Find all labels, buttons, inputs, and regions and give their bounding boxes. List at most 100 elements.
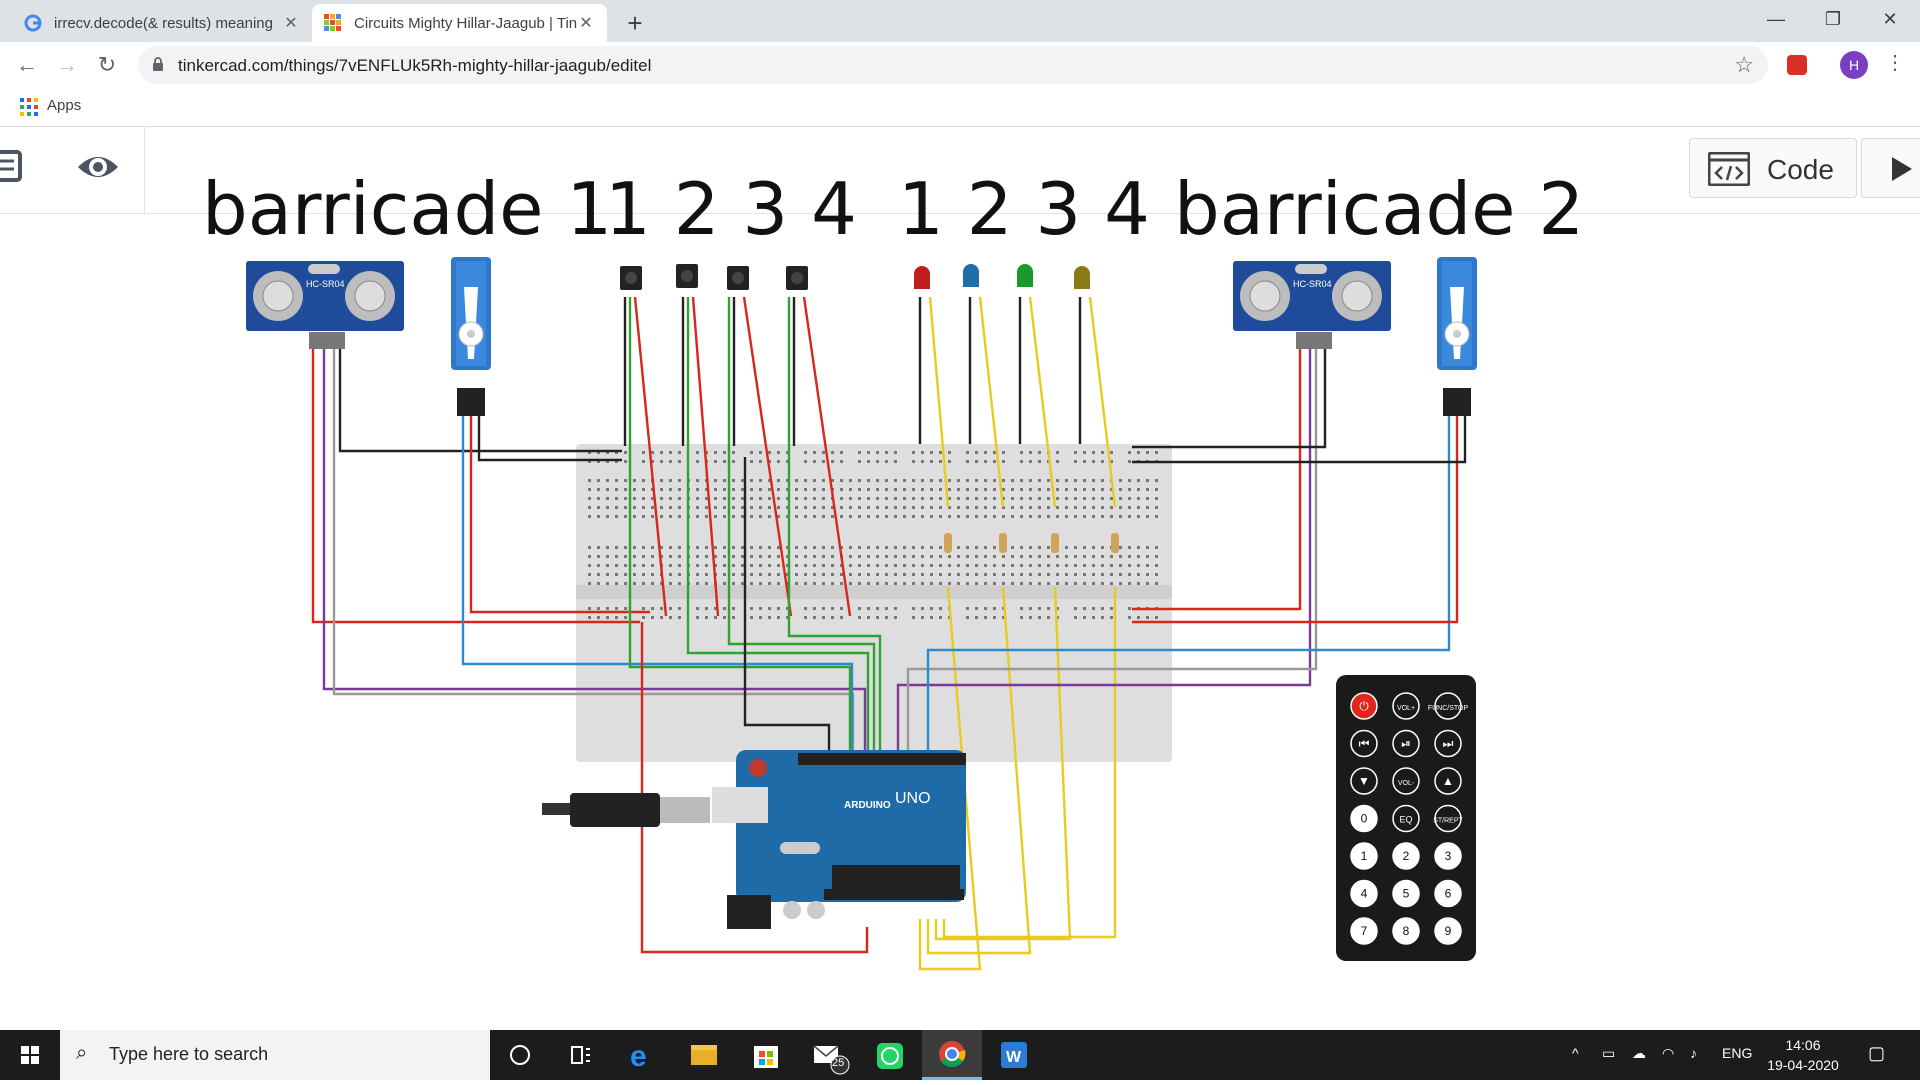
notifications-icon[interactable]: ▢ bbox=[1868, 1043, 1885, 1064]
remote-button[interactable]: 6 bbox=[1434, 879, 1462, 908]
remote-button-label: 3 bbox=[1445, 849, 1452, 863]
remote-button-label: 8 bbox=[1403, 924, 1410, 938]
remote-button-label: 4 bbox=[1361, 887, 1368, 901]
remote-button[interactable]: 7 bbox=[1350, 917, 1378, 945]
remote-button-label: VOL+ bbox=[1397, 705, 1415, 712]
clock-date: 19-04-2020 bbox=[1767, 1057, 1839, 1073]
remote-button[interactable]: 1 bbox=[1350, 842, 1378, 870]
led-4 bbox=[1074, 266, 1090, 289]
svg-text:W: W bbox=[1006, 1049, 1022, 1066]
profile-avatar[interactable]: H bbox=[1840, 51, 1868, 79]
close-window-icon[interactable]: ✕ bbox=[1862, 0, 1918, 38]
show-hidden-icons[interactable]: ^ bbox=[1572, 1045, 1579, 1061]
remote-button[interactable]: ▲ bbox=[1434, 767, 1462, 795]
remote-button-label: 1 bbox=[1361, 849, 1368, 863]
led-3 bbox=[1017, 264, 1033, 287]
tinkercad-icon bbox=[324, 14, 341, 31]
task-view-icon[interactable] bbox=[550, 1030, 610, 1080]
arduino-model: UNO bbox=[895, 790, 931, 807]
remote-button[interactable]: VOL- bbox=[1392, 767, 1420, 795]
onedrive-icon[interactable]: ☁ bbox=[1632, 1045, 1646, 1062]
remote-button[interactable]: 2 bbox=[1392, 842, 1420, 870]
remote-button-label: VOL- bbox=[1398, 780, 1415, 787]
remote-button[interactable]: ▼ bbox=[1350, 767, 1378, 795]
ultrasonic-1-model: HC-SR04 bbox=[306, 279, 345, 289]
browser-tab-google[interactable]: irrecv.decode(& results) meaning ✕ bbox=[12, 4, 312, 42]
browser-menu-icon[interactable]: ⋮ bbox=[1885, 50, 1905, 75]
remote-button-label: ▼ bbox=[1358, 774, 1370, 788]
remote-button-label: ⏭ bbox=[1443, 737, 1454, 751]
tab-title: irrecv.decode(& results) meaning bbox=[54, 14, 273, 32]
remote-button[interactable]: 0 bbox=[1350, 804, 1378, 833]
remote-button-label: 5 bbox=[1403, 887, 1410, 901]
bookmarks-bar: Apps bbox=[0, 88, 1920, 127]
apps-bookmark[interactable]: Apps bbox=[47, 97, 81, 114]
back-icon[interactable]: ← bbox=[10, 48, 44, 82]
lock-icon bbox=[153, 57, 163, 71]
restore-icon[interactable]: ❐ bbox=[1805, 0, 1861, 38]
close-tab-icon[interactable]: ✕ bbox=[577, 13, 595, 33]
battery-icon[interactable]: ▭ bbox=[1602, 1045, 1615, 1062]
minimize-icon[interactable]: — bbox=[1748, 0, 1804, 38]
word-app-icon[interactable]: W bbox=[984, 1030, 1044, 1080]
new-tab-button[interactable]: + bbox=[618, 6, 652, 40]
forward-icon[interactable]: → bbox=[50, 48, 84, 82]
servo-motor-2[interactable] bbox=[1437, 257, 1477, 416]
mail-icon[interactable]: 25 bbox=[798, 1030, 858, 1080]
remote-button[interactable]: EQ bbox=[1392, 804, 1420, 833]
usb-cable bbox=[542, 793, 710, 827]
windows-start-icon[interactable] bbox=[0, 1030, 60, 1080]
remote-button-label: 7 bbox=[1361, 924, 1368, 938]
address-bar[interactable]: tinkercad.com/things/7vENFLUk5Rh-mighty-… bbox=[138, 46, 1768, 84]
bookmark-star-icon[interactable]: ☆ bbox=[1734, 52, 1754, 78]
reload-icon[interactable]: ↻ bbox=[90, 48, 124, 82]
remote-button-label: ⏻ bbox=[1359, 699, 1369, 713]
browser-tab-tinkercad[interactable]: Circuits Mighty Hillar-Jaagub | Tin ✕ bbox=[312, 4, 607, 42]
ir-remote[interactable]: ⏻ VOL+ FUNC/STOP ⏮ ⏯ ⏭ ▼ VOL- ▲ 0 EQ ST/REPT 1 2 3 4 5 6 7… bbox=[1336, 675, 1476, 961]
wifi-icon[interactable]: ◠ bbox=[1662, 1045, 1674, 1062]
remote-button[interactable]: VOL+ bbox=[1392, 692, 1420, 720]
remote-button[interactable]: ⏻ bbox=[1350, 692, 1378, 720]
store-icon[interactable] bbox=[736, 1030, 796, 1080]
ultrasonic-2-model: HC-SR04 bbox=[1293, 279, 1332, 289]
file-explorer-icon[interactable] bbox=[674, 1030, 734, 1080]
remote-button[interactable]: 4 bbox=[1350, 879, 1378, 908]
remote-button-label: 0 bbox=[1361, 812, 1368, 826]
language-indicator[interactable]: ENG bbox=[1722, 1045, 1752, 1061]
push-buttons[interactable] bbox=[620, 264, 808, 290]
extension-icon[interactable] bbox=[1787, 55, 1807, 75]
remote-button-label: 2 bbox=[1403, 849, 1410, 863]
browser-tab-strip: irrecv.decode(& results) meaning ✕ Circu… bbox=[0, 0, 1920, 42]
arduino-uno-board[interactable]: ARDUINO UNO bbox=[712, 750, 966, 929]
volume-icon[interactable]: ♪ bbox=[1690, 1045, 1697, 1061]
google-icon bbox=[24, 14, 42, 32]
servo-motor-1[interactable] bbox=[451, 257, 491, 416]
remote-button[interactable]: 3 bbox=[1434, 842, 1462, 870]
remote-button-label: 6 bbox=[1445, 887, 1452, 901]
ultrasonic-sensor-2[interactable]: HC-SR04 bbox=[1233, 261, 1391, 349]
remote-button[interactable]: ⏮ bbox=[1350, 729, 1378, 758]
arduino-brand: ARDUINO bbox=[844, 800, 891, 811]
circuit-canvas[interactable]: HC-SR04 HC-SR04 ARDUINO UNO ⏻ VOL+ FUNC/… bbox=[0, 127, 1920, 1030]
tinkercad-workspace[interactable]: Code barricade 1 1 2 3 4 1 2 3 4 barrica… bbox=[0, 127, 1920, 1030]
cortana-icon[interactable] bbox=[490, 1030, 550, 1080]
remote-button[interactable]: ⏯ bbox=[1392, 729, 1420, 758]
remote-button-label: ⏮ bbox=[1359, 737, 1370, 751]
edge-icon[interactable]: e bbox=[612, 1030, 672, 1080]
close-tab-icon[interactable]: ✕ bbox=[282, 13, 300, 33]
remote-button[interactable]: 8 bbox=[1392, 917, 1420, 945]
chrome-icon[interactable] bbox=[922, 1030, 982, 1080]
leds[interactable] bbox=[914, 264, 1090, 289]
whatsapp-icon[interactable] bbox=[860, 1030, 920, 1080]
remote-button[interactable]: 5 bbox=[1392, 879, 1420, 908]
remote-button[interactable]: ⏭ bbox=[1434, 729, 1462, 758]
system-clock[interactable]: 14:06 19-04-2020 bbox=[1763, 1035, 1843, 1075]
mail-badge: 25 bbox=[832, 1057, 845, 1069]
apps-grid-icon[interactable] bbox=[20, 98, 38, 116]
windows-taskbar: ⌕ Type here to search e 25 W ^ ▭ ☁ ◠ ♪ E… bbox=[0, 1030, 1920, 1080]
url-text: tinkercad.com/things/7vENFLUk5Rh-mighty-… bbox=[178, 56, 652, 75]
remote-button-label: ▲ bbox=[1442, 774, 1454, 788]
remote-button[interactable]: 9 bbox=[1434, 917, 1462, 945]
taskbar-search-box[interactable]: ⌕ Type here to search bbox=[60, 1030, 490, 1080]
ultrasonic-sensor-1[interactable]: HC-SR04 bbox=[246, 261, 404, 349]
